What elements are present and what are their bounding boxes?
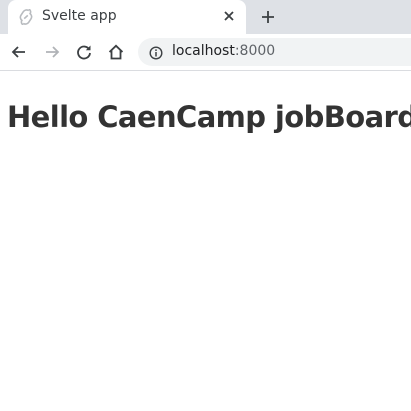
- reload-icon[interactable]: [75, 43, 93, 61]
- home-icon[interactable]: [107, 43, 125, 61]
- url-port: :8000: [234, 43, 276, 59]
- plus-icon[interactable]: [259, 8, 277, 26]
- close-icon[interactable]: [220, 7, 238, 25]
- svelte-logo-icon: [18, 8, 34, 26]
- arrow-right-icon[interactable]: [43, 43, 61, 61]
- tab-strip: Svelte app: [0, 0, 411, 34]
- page-heading: Hello CaenCamp jobBoard!: [7, 100, 411, 134]
- tab-title: Svelte app: [42, 8, 117, 24]
- address-bar[interactable]: localhost:8000: [138, 38, 411, 66]
- browser-toolbar: localhost:8000: [0, 34, 411, 71]
- url-text[interactable]: localhost:8000: [172, 43, 275, 59]
- info-icon[interactable]: [149, 45, 163, 60]
- browser-tab[interactable]: Svelte app: [8, 0, 246, 34]
- arrow-left-icon[interactable]: [10, 43, 28, 61]
- page-content: Hello CaenCamp jobBoard!: [0, 71, 411, 411]
- url-host: localhost: [172, 43, 235, 59]
